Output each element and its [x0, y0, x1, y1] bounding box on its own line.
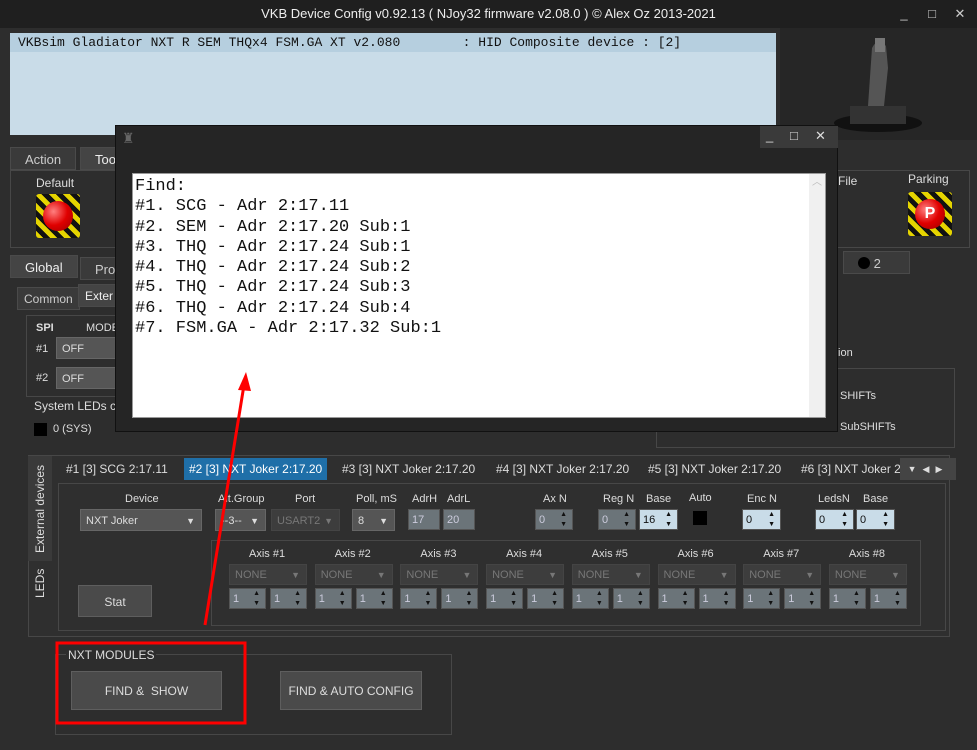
annotation-arrow — [203, 384, 246, 626]
annotation-overlay — [55, 372, 251, 725]
annotation-highlight-box — [55, 641, 247, 725]
annotation-arrowhead — [238, 372, 251, 391]
